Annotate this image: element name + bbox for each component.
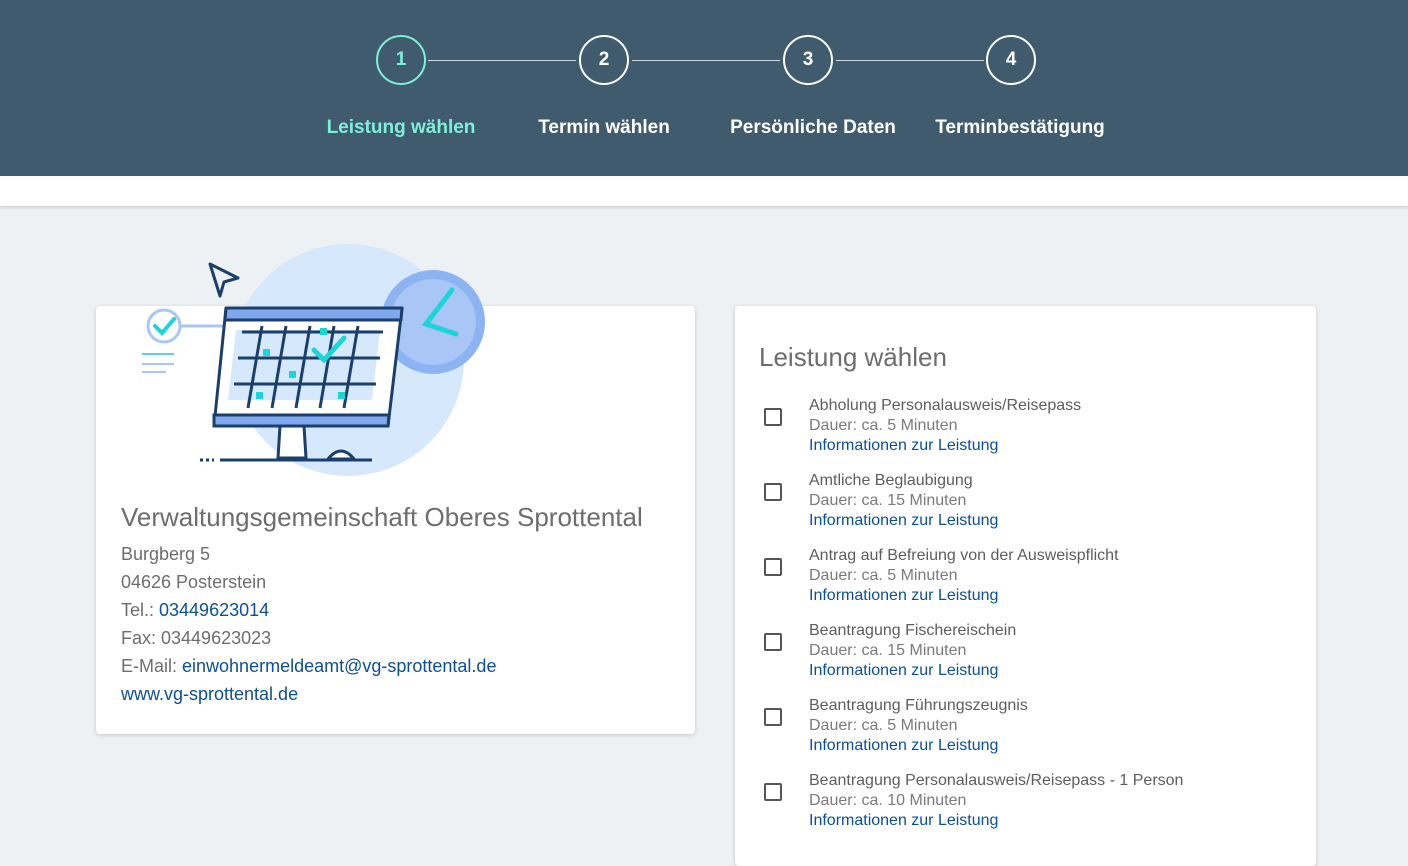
- service-info-link[interactable]: Informationen zur Leistung: [809, 737, 998, 755]
- service-item: Antrag auf Befreiung von der Ausweispfli…: [760, 547, 1280, 617]
- service-name: Amtliche Beglaubigung: [809, 472, 973, 489]
- service-checkbox[interactable]: [764, 708, 782, 726]
- step-2-label[interactable]: Termin wählen: [484, 117, 724, 139]
- service-item: Abholung Personalausweis/Reisepass Dauer…: [760, 397, 1280, 467]
- service-checkbox[interactable]: [764, 783, 782, 801]
- step-1-circle[interactable]: 1: [376, 35, 426, 85]
- service-item: Beantragung Fischereischein Dauer: ca. 1…: [760, 622, 1280, 692]
- header-subbar: [0, 176, 1408, 206]
- step-3-circle[interactable]: 3: [783, 35, 833, 85]
- office-fax-row: Fax: 03449623023: [121, 628, 271, 649]
- email-label: E-Mail:: [121, 656, 183, 676]
- service-info-link[interactable]: Informationen zur Leistung: [809, 437, 998, 455]
- step-2-circle[interactable]: 2: [579, 35, 629, 85]
- calendar-illustration: [142, 244, 485, 476]
- step-connector: [632, 60, 780, 61]
- office-street: Burgberg 5: [121, 544, 211, 564]
- service-name: Beantragung Führungszeugnis: [809, 697, 1028, 714]
- service-checkbox[interactable]: [764, 558, 782, 576]
- step-3-label[interactable]: Persönliche Daten: [693, 117, 933, 139]
- phone-label: Tel.:: [121, 600, 160, 620]
- fax-label: Fax:: [121, 628, 162, 648]
- service-info-link[interactable]: Informationen zur Leistung: [809, 512, 998, 530]
- service-name: Beantragung Personalausweis/Reisepass - …: [809, 772, 1184, 789]
- office-email-row: E-Mail: einwohnermeldeamt@vg-sprottental…: [121, 656, 496, 677]
- service-info-link[interactable]: Informationen zur Leistung: [809, 812, 998, 830]
- office-website-row: www.vg-sprottental.de: [121, 684, 298, 705]
- service-info-link[interactable]: Informationen zur Leistung: [809, 587, 998, 605]
- office-city: 04626 Posterstein: [121, 572, 267, 592]
- service-duration: Dauer: ca. 15 Minuten: [809, 642, 967, 659]
- step-4-circle[interactable]: 4: [986, 35, 1036, 85]
- website-link[interactable]: www.vg-sprottental.de: [121, 684, 298, 704]
- office-name: Verwaltungsgemeinschaft Oberes Sprottent…: [121, 502, 643, 532]
- step-connector: [428, 60, 576, 61]
- fax-number: 03449623023: [161, 628, 272, 648]
- service-name: Beantragung Fischereischein: [809, 622, 1017, 639]
- service-info-link[interactable]: Informationen zur Leistung: [809, 662, 998, 680]
- service-checkbox[interactable]: [764, 483, 782, 501]
- phone-link[interactable]: 03449623014: [159, 600, 269, 620]
- step-connector: [836, 60, 984, 61]
- section-title: Leistung wählen: [759, 342, 947, 372]
- office-phone-row: Tel.: 03449623014: [121, 600, 269, 621]
- service-duration: Dauer: ca. 5 Minuten: [809, 417, 958, 434]
- service-item: Amtliche Beglaubigung Dauer: ca. 15 Minu…: [760, 472, 1280, 542]
- service-checkbox[interactable]: [764, 408, 782, 426]
- service-checkbox[interactable]: [764, 633, 782, 651]
- service-item: Beantragung Personalausweis/Reisepass - …: [760, 772, 1280, 842]
- service-item: Beantragung Führungszeugnis Dauer: ca. 5…: [760, 697, 1280, 767]
- stepper-header: 1 2 3 4 Leistung wählen Termin wählen Pe…: [0, 0, 1408, 176]
- service-name: Abholung Personalausweis/Reisepass: [809, 397, 1082, 414]
- service-name: Antrag auf Befreiung von der Ausweispfli…: [809, 547, 1119, 564]
- email-link[interactable]: einwohnermeldeamt@vg-sprottental.de: [182, 656, 496, 676]
- service-duration: Dauer: ca. 10 Minuten: [809, 792, 967, 809]
- step-4-label[interactable]: Terminbestätigung: [900, 117, 1140, 139]
- service-duration: Dauer: ca. 5 Minuten: [809, 717, 958, 734]
- service-duration: Dauer: ca. 15 Minuten: [809, 492, 967, 509]
- service-duration: Dauer: ca. 5 Minuten: [809, 567, 958, 584]
